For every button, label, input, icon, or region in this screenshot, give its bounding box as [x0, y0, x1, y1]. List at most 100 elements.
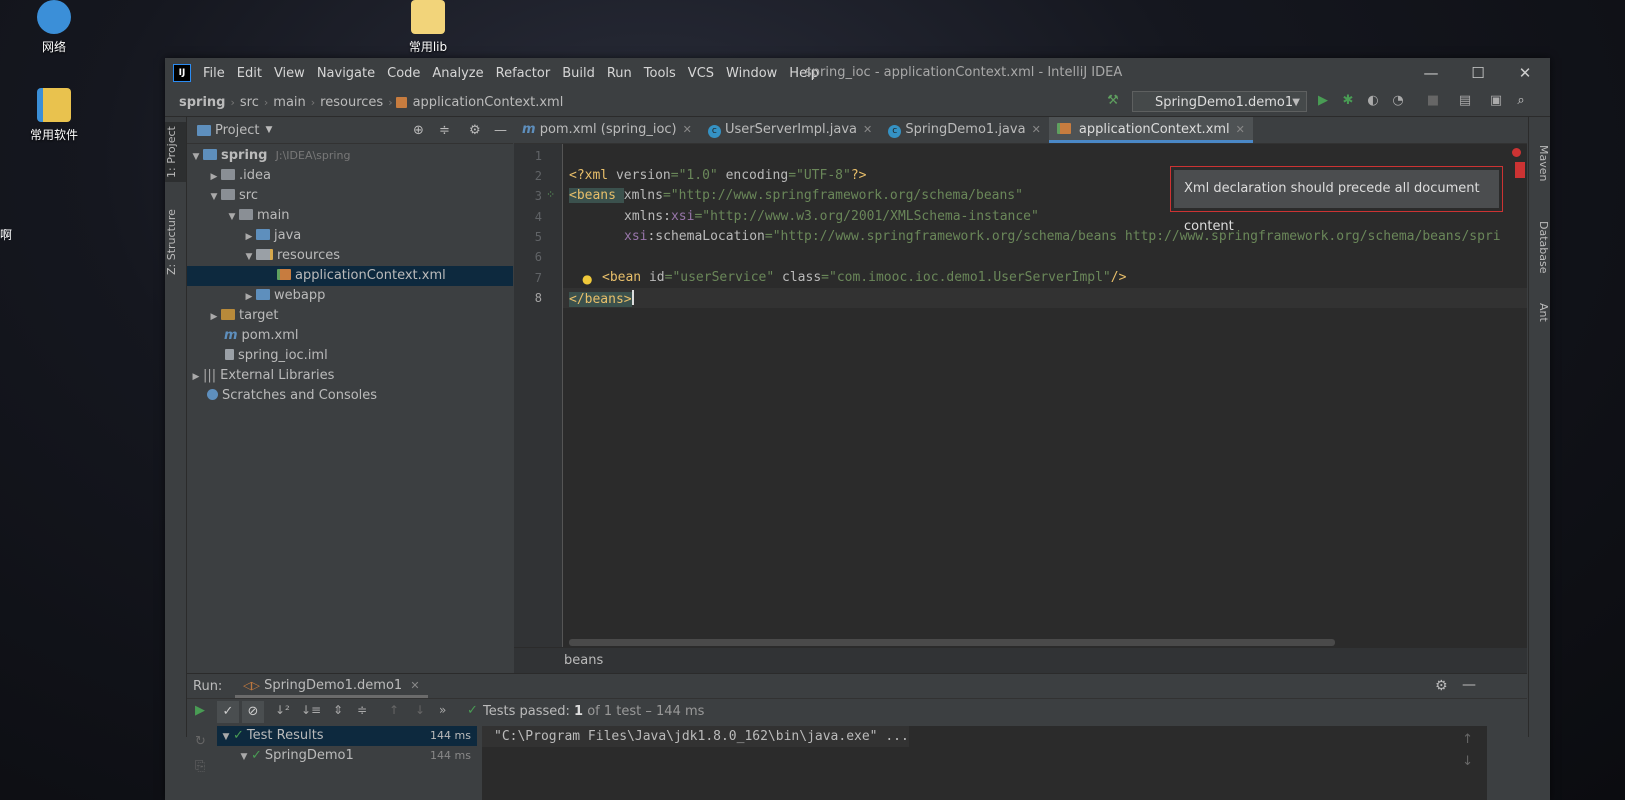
breadcrumb-file[interactable]: applicationContext.xml: [411, 95, 566, 110]
desktop-icon-network[interactable]: 网络: [9, 0, 99, 55]
run-panel: Run: ◁▷ SpringDemo1.demo1 ✕ ⚙ — ▶ ✓ ⊘ ↓²…: [187, 673, 1527, 800]
tab-maven[interactable]: Maven: [1529, 137, 1550, 189]
tab-structure[interactable]: Z: Structure: [165, 205, 186, 280]
breadcrumb-project[interactable]: spring: [177, 95, 227, 110]
tab-application-context[interactable]: applicationContext.xml ✕: [1048, 117, 1253, 143]
tree-item-external-libraries[interactable]: ▶ ||| External Libraries: [187, 366, 513, 386]
breadcrumb-resources[interactable]: resources: [318, 95, 385, 110]
chevron-down-icon[interactable]: ▼: [265, 125, 272, 135]
run-tab[interactable]: ◁▷ SpringDemo1.demo1 ✕: [235, 674, 428, 698]
build-hammer-icon[interactable]: ⚒: [1105, 93, 1121, 109]
locate-icon[interactable]: ⊕: [413, 123, 424, 138]
show-passed-icon[interactable]: ✓: [217, 701, 239, 723]
import-tests-icon[interactable]: ⎘: [195, 759, 205, 774]
code-line-2: <?xml version="1.0" encoding="UTF-8"?>: [569, 168, 866, 183]
close-button[interactable]: ✕: [1502, 58, 1548, 88]
menu-build[interactable]: Build: [556, 66, 601, 81]
breadcrumb-main[interactable]: main: [271, 95, 307, 110]
menu-navigate[interactable]: Navigate: [311, 66, 381, 81]
tree-item-iml[interactable]: spring_ioc.iml: [187, 346, 513, 366]
run-console[interactable]: "C:\Program Files\Java\jdk1.8.0_162\bin\…: [482, 726, 1487, 800]
tree-item-webapp[interactable]: ▶ webapp: [187, 286, 513, 306]
code-editor[interactable]: 1 2 3 4 5 6 7 8 ⁘ <?xml version="1.0" en…: [514, 144, 1527, 647]
tab-user-server-impl[interactable]: c UserServerImpl.java ✕: [700, 117, 880, 143]
menu-edit[interactable]: Edit: [231, 66, 268, 81]
previous-test-icon[interactable]: ↑: [389, 703, 399, 717]
tree-item-resources[interactable]: ▼ resources: [187, 246, 513, 266]
run-configuration-select[interactable]: SpringDemo1.demo1 ▼: [1132, 91, 1307, 112]
test-results-root[interactable]: ▼ ✓ Test Results 144 ms: [217, 726, 477, 746]
close-icon[interactable]: ✕: [863, 123, 872, 136]
scroll-up-icon[interactable]: ↑: [1462, 732, 1473, 747]
profile-icon[interactable]: ◔: [1390, 93, 1406, 109]
menu-code[interactable]: Code: [381, 66, 426, 81]
editor-breadcrumb-beans[interactable]: beans: [564, 653, 603, 668]
tree-item-src[interactable]: ▼ src: [187, 186, 513, 206]
terminal-icon[interactable]: ▣: [1488, 93, 1504, 109]
menu-tools[interactable]: Tools: [638, 66, 682, 81]
more-icon[interactable]: »: [439, 703, 446, 717]
project-structure-icon[interactable]: ▤: [1457, 93, 1473, 109]
tree-item-idea[interactable]: ▶ .idea: [187, 166, 513, 186]
close-icon[interactable]: ✕: [1032, 123, 1041, 136]
expand-all-icon[interactable]: ⇕: [333, 703, 343, 717]
debug-icon[interactable]: ✱: [1340, 93, 1356, 109]
tree-item-target[interactable]: ▶ target: [187, 306, 513, 326]
collapse-all-icon[interactable]: ≑: [357, 703, 367, 717]
menu-run[interactable]: Run: [601, 66, 638, 81]
hide-icon[interactable]: —: [494, 123, 507, 138]
minimize-button[interactable]: —: [1408, 58, 1454, 88]
tree-item-scratches[interactable]: Scratches and Consoles: [187, 386, 513, 406]
error-stripe-marker[interactable]: [1515, 162, 1525, 178]
tree-item-spring[interactable]: ▼ spring J:\IDEA\spring: [187, 146, 513, 166]
next-test-icon[interactable]: ↓: [415, 703, 425, 717]
close-icon[interactable]: ✕: [1236, 123, 1245, 136]
menu-refactor[interactable]: Refactor: [490, 66, 557, 81]
spring-bean-gutter-icon[interactable]: ⁘: [546, 188, 555, 201]
tree-item-application-context[interactable]: applicationContext.xml: [187, 266, 513, 286]
tab-spring-demo1[interactable]: c SpringDemo1.java ✕: [880, 117, 1049, 143]
tree-item-pom[interactable]: m pom.xml: [187, 326, 513, 346]
menu-view[interactable]: View: [268, 66, 311, 81]
tree-item-label: pom.xml: [241, 328, 299, 343]
menu-analyze[interactable]: Analyze: [426, 66, 489, 81]
breadcrumb-src[interactable]: src: [238, 95, 261, 110]
gear-icon[interactable]: ⚙: [469, 123, 481, 138]
stop-icon[interactable]: ■: [1425, 93, 1441, 109]
close-icon[interactable]: ✕: [683, 123, 692, 136]
menu-vcs[interactable]: VCS: [682, 66, 720, 81]
sort-duration-icon[interactable]: ↓≡: [301, 703, 321, 717]
tab-database[interactable]: Database: [1529, 207, 1550, 287]
desktop-icon-software[interactable]: 常用软件: [9, 88, 99, 143]
test-class-spring-demo1[interactable]: ▼ ✓ SpringDemo1 144 ms: [217, 746, 477, 766]
tab-ant[interactable]: Ant: [1529, 292, 1550, 332]
coverage-icon[interactable]: ◐: [1365, 93, 1381, 109]
error-stripe-icon[interactable]: [1512, 148, 1521, 157]
scroll-down-icon[interactable]: ↓: [1462, 754, 1473, 769]
test-history-icon[interactable]: ↻: [195, 734, 206, 749]
horizontal-scrollbar[interactable]: [569, 639, 1335, 646]
tab-pom-xml[interactable]: m pom.xml (spring_ioc) ✕: [514, 117, 700, 143]
tree-item-label: src: [239, 188, 258, 203]
tree-item-main[interactable]: ▼ main: [187, 206, 513, 226]
hide-icon[interactable]: —: [1462, 677, 1476, 693]
maximize-button[interactable]: ☐: [1455, 58, 1501, 88]
rerun-icon[interactable]: ▶: [195, 703, 205, 718]
console-line: "C:\Program Files\Java\jdk1.8.0_162\bin\…: [482, 726, 909, 747]
collapse-all-icon[interactable]: ≑: [439, 123, 450, 138]
lightbulb-icon[interactable]: ●: [582, 272, 592, 286]
tab-project[interactable]: 1: Project: [165, 122, 186, 182]
search-icon[interactable]: ⌕: [1513, 93, 1529, 109]
run-icon[interactable]: ▶: [1315, 93, 1331, 109]
close-icon[interactable]: ✕: [410, 679, 419, 692]
xml-tag-close: />: [1110, 270, 1127, 285]
code-line-4: xmlns:xsi="http://www.w3.org/2001/XMLSch…: [624, 209, 1039, 224]
tree-item-java[interactable]: ▶ java: [187, 226, 513, 246]
menu-window[interactable]: Window: [720, 66, 783, 81]
show-ignored-icon[interactable]: ⊘: [242, 701, 264, 723]
gear-icon[interactable]: ⚙: [1435, 678, 1448, 694]
menu-file[interactable]: File: [197, 66, 231, 81]
desktop-icon-lib[interactable]: 常用lib: [383, 0, 473, 55]
project-panel-title[interactable]: Project: [215, 123, 259, 138]
sort-alpha-icon[interactable]: ↓²: [275, 703, 290, 717]
